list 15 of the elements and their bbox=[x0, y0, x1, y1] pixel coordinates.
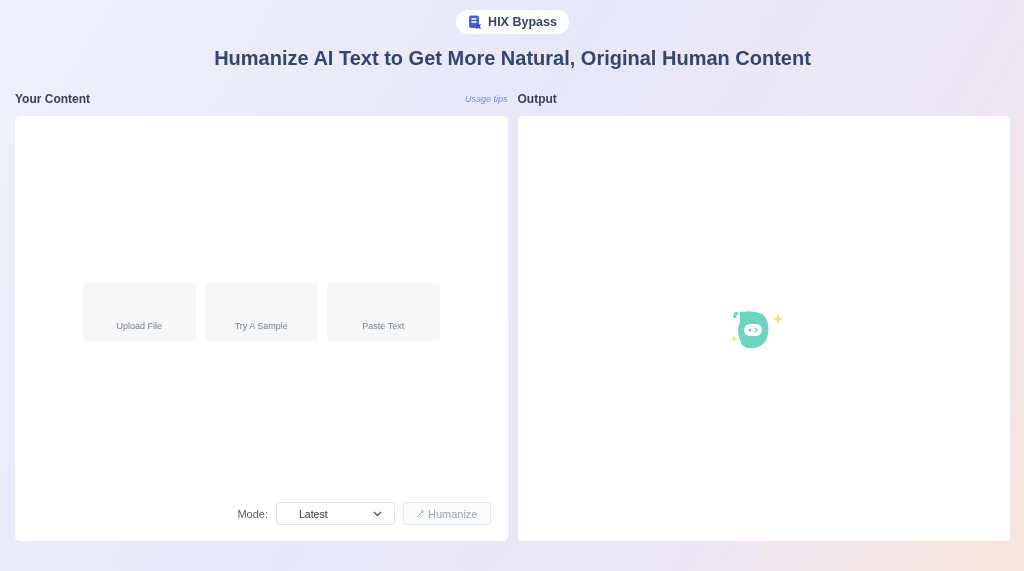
page-title: Humanize AI Text to Get More Natural, Original Human Content bbox=[214, 47, 811, 70]
document-logo-icon bbox=[468, 15, 483, 29]
wand-icon bbox=[415, 509, 425, 518]
mode-dropdown[interactable]: Latest bbox=[275, 502, 395, 525]
mode-label: Mode: bbox=[237, 507, 268, 520]
chevron-down-icon bbox=[372, 510, 382, 517]
brand-badge[interactable]: HIX Bypass bbox=[456, 10, 569, 34]
panel-label: Your Content bbox=[15, 92, 91, 106]
brand-name: HIX Bypass bbox=[488, 15, 557, 29]
action-card[interactable]: Paste Text bbox=[326, 283, 440, 341]
action-card[interactable]: Upload File bbox=[82, 283, 196, 341]
mode-value: Latest bbox=[298, 507, 328, 520]
panel-label: Output bbox=[517, 92, 557, 106]
usage-tips-link[interactable]: Usage tips bbox=[464, 94, 508, 104]
action-card[interactable]: Try A Sample bbox=[204, 283, 318, 341]
